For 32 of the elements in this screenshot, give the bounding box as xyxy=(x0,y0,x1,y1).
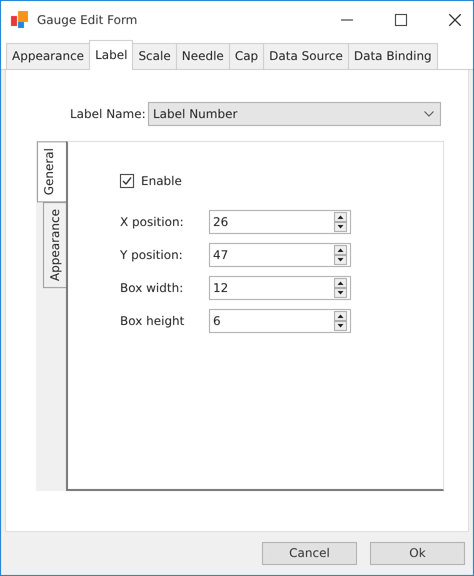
number-field[interactable]: 6 xyxy=(209,308,351,333)
number-field[interactable]: 12 xyxy=(209,276,351,300)
dialog-button[interactable]: Ok xyxy=(370,542,465,565)
field-label: X position: xyxy=(120,214,185,229)
spinner-arrows-icon xyxy=(334,244,347,265)
field-label: Box width: xyxy=(120,280,184,295)
window-title: Gauge Edit Form xyxy=(37,12,138,27)
side-tab[interactable]: General xyxy=(37,140,66,202)
tab[interactable]: Scale xyxy=(132,42,177,69)
tab[interactable]: Needle xyxy=(176,42,230,69)
field-label: Y position: xyxy=(120,248,184,262)
spinner-arrows-icon xyxy=(334,310,347,331)
app-logo-icon xyxy=(11,10,29,29)
number-field[interactable]: 26 xyxy=(209,210,351,234)
number-field[interactable]: 47 xyxy=(209,242,351,267)
maximize-icon[interactable] xyxy=(395,14,407,26)
checkbox[interactable] xyxy=(120,174,134,188)
label-name-dropdown[interactable]: Label Number xyxy=(148,102,441,126)
spinner-arrows-icon xyxy=(334,278,347,298)
tab[interactable]: Data Binding xyxy=(348,42,438,69)
tab[interactable]: Cap xyxy=(228,42,264,69)
spinner-arrows-icon xyxy=(334,212,347,232)
side-tab[interactable]: Appearance xyxy=(43,202,66,288)
dialog-button[interactable]: Cancel xyxy=(262,542,357,565)
tab[interactable]: Label xyxy=(89,40,134,70)
chevron-down-icon xyxy=(424,110,434,117)
checkbox-label: Enable xyxy=(141,174,182,188)
tab[interactable]: Data Source xyxy=(263,42,349,69)
close-icon[interactable] xyxy=(449,14,461,26)
field-label: Label Name: xyxy=(70,106,147,121)
tab[interactable]: Appearance xyxy=(6,42,90,69)
field-label: Box height xyxy=(120,314,186,328)
